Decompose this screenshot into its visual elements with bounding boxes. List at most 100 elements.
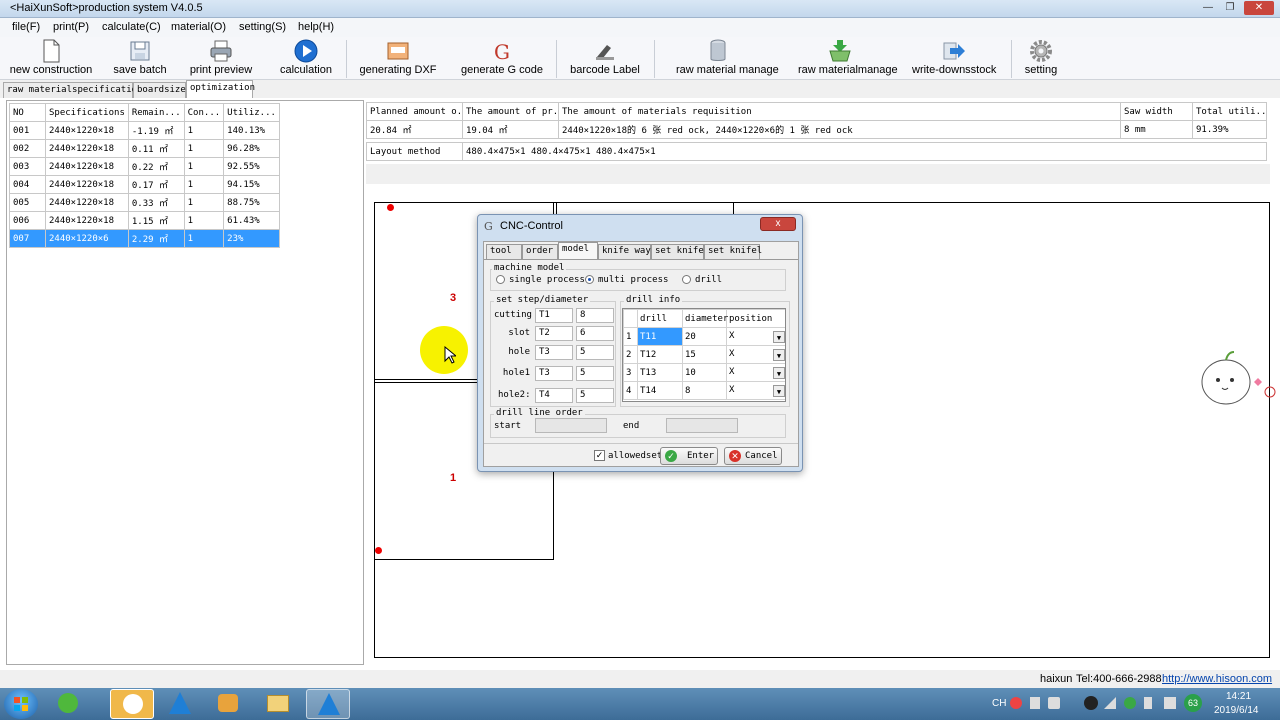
drill-name-cell[interactable]: T14 [637,381,683,400]
column-header[interactable]: Con... [183,103,225,122]
drill-position-select[interactable]: X ▼ [726,381,785,400]
drill-row[interactable]: 2 T12 15 X ▼ [623,345,785,364]
taskbar-app-haixun[interactable] [158,689,202,719]
input-language[interactable]: CH [992,698,1006,709]
raw-material-manage-button[interactable]: raw material manage [676,37,779,80]
minimize-icon[interactable]: — [1199,1,1217,15]
qq-icon[interactable] [1084,696,1098,710]
menu-file[interactable]: file(F) [12,21,40,33]
dialog-tab-set-knife[interactable]: set knife [651,244,704,259]
chevron-down-icon[interactable]: ▼ [773,348,785,361]
drill-position-select[interactable]: X ▼ [726,327,785,346]
network-icon[interactable] [1104,697,1116,709]
taskbar-app-player[interactable] [206,689,250,719]
print-preview-button[interactable]: print preview [190,37,252,80]
drill-diameter-cell[interactable]: 8 [682,381,727,400]
restore-icon[interactable]: ❐ [1221,1,1239,15]
keyboard-icon[interactable] [1048,697,1060,709]
menu-print[interactable]: print(P) [53,21,89,33]
column-header[interactable]: Specifications [45,103,129,122]
clock-time[interactable]: 14:21 [1226,691,1251,702]
menu-material[interactable]: material(O) [171,21,226,33]
dialog-tab-model[interactable]: model [558,242,598,259]
drill-radio[interactable] [682,275,691,284]
dialog-tab-knife-way[interactable]: knife way [598,244,651,259]
column-header[interactable]: NO [9,103,46,122]
taskbar-app-explorer[interactable] [256,689,300,719]
column-header[interactable]: Utiliz... [223,103,280,122]
allowedset-checkbox[interactable]: ✓ [594,450,605,461]
generate-g-code-button[interactable]: G generate G code [461,37,543,80]
column-header[interactable]: Remain... [127,103,185,122]
start-input[interactable] [535,418,607,433]
taskbar-app-production[interactable] [306,689,350,719]
website-link[interactable]: http://www.hisoon.com [1162,673,1272,685]
step-tool-input[interactable]: T3 [535,345,573,360]
generating-dxf-button[interactable]: generating DXF [359,37,437,80]
table-row[interactable]: 006 2440×1220×18 1.15 ㎡ 1 61.43% [9,211,280,230]
start-button[interactable] [4,689,38,719]
step-value-input[interactable]: 5 [576,345,614,360]
drill-name-cell[interactable]: T13 [637,363,683,382]
step-tool-input[interactable]: T4 [535,388,573,403]
clock-date[interactable]: 2019/6/14 [1214,705,1259,716]
drill-row[interactable]: 1 T11 20 X ▼ [623,327,785,346]
setting-button[interactable]: setting [1025,37,1057,80]
tray-icon[interactable] [1030,697,1040,709]
new-construction-button[interactable]: new construction [10,37,92,80]
drill-name-cell[interactable]: T12 [637,345,683,364]
write-downsstock-button[interactable]: write-downsstock [912,37,996,80]
step-tool-input[interactable]: T3 [535,366,573,381]
calculation-button[interactable]: calculation [280,37,332,80]
dialog-tab-tool[interactable]: tool [486,244,522,259]
save-batch-button[interactable]: save batch [113,37,167,80]
step-tool-input[interactable]: T2 [535,326,573,341]
drill-position-select[interactable]: X ▼ [726,345,785,364]
dialog-tab-set-knifel[interactable]: set knifel [704,244,762,259]
drill-diameter-cell[interactable]: 15 [682,345,727,364]
security-icon[interactable] [1124,697,1136,709]
tab-boardsize[interactable]: boardsize [133,82,186,98]
battery-icon[interactable] [1144,697,1152,709]
tab-raw-material-specification[interactable]: raw materialspecification [3,82,142,98]
taskbar-app-avatar[interactable] [110,689,154,719]
enter-button[interactable]: ✓ Enter [660,447,718,465]
chevron-down-icon[interactable]: ▼ [773,366,785,379]
multi-process-radio[interactable] [585,275,594,284]
table-row[interactable]: 004 2440×1220×18 0.17 ㎡ 1 94.15% [9,175,280,194]
menu-help[interactable]: help(H) [298,21,334,33]
chevron-down-icon[interactable]: ▼ [773,330,785,343]
table-row[interactable]: 007 2440×1220×6 2.29 ㎡ 1 23% [9,229,280,248]
step-value-input[interactable]: 6 [576,326,614,341]
close-icon[interactable]: ✕ [1244,1,1274,15]
drill-name-cell[interactable]: T11 [637,327,683,346]
sogou-icon[interactable] [1010,697,1022,709]
step-value-input[interactable]: 5 [576,388,614,403]
menu-calculate[interactable]: calculate(C) [102,21,161,33]
chevron-down-icon[interactable]: ▼ [773,384,785,397]
volume-icon[interactable] [1164,697,1176,709]
taskbar-app-360[interactable] [46,689,90,719]
table-row[interactable]: 001 2440×1220×18 -1.19 ㎡ 1 140.13% [9,121,280,140]
drill-row[interactable]: 3 T13 10 X ▼ [623,363,785,382]
end-input[interactable] [666,418,738,433]
cancel-button[interactable]: ✕ Cancel [724,447,782,465]
dialog-tab-order[interactable]: order [522,244,558,259]
drill-row[interactable]: 4 T14 8 X ▼ [623,381,785,400]
table-row[interactable]: 005 2440×1220×18 0.33 ㎡ 1 88.75% [9,193,280,212]
drill-position-select[interactable]: X ▼ [726,363,785,382]
table-row[interactable]: 003 2440×1220×18 0.22 ㎡ 1 92.55% [9,157,280,176]
barcode-label-button[interactable]: barcode Label [570,37,640,80]
step-tool-input[interactable]: T1 [535,308,573,323]
raw-materialmanage-button[interactable]: raw materialmanage [798,37,898,80]
tab-optimization[interactable]: optimization [186,80,255,98]
menu-setting[interactable]: setting(S) [239,21,286,33]
single-process-radio[interactable] [496,275,505,284]
step-value-input[interactable]: 8 [576,308,614,323]
table-row[interactable]: 002 2440×1220×18 0.11 ㎡ 1 96.28% [9,139,280,158]
badge-count[interactable]: 63 [1184,694,1202,712]
dialog-close-button[interactable]: x [760,217,796,231]
drill-diameter-cell[interactable]: 10 [682,363,727,382]
drill-diameter-cell[interactable]: 20 [682,327,727,346]
step-value-input[interactable]: 5 [576,366,614,381]
